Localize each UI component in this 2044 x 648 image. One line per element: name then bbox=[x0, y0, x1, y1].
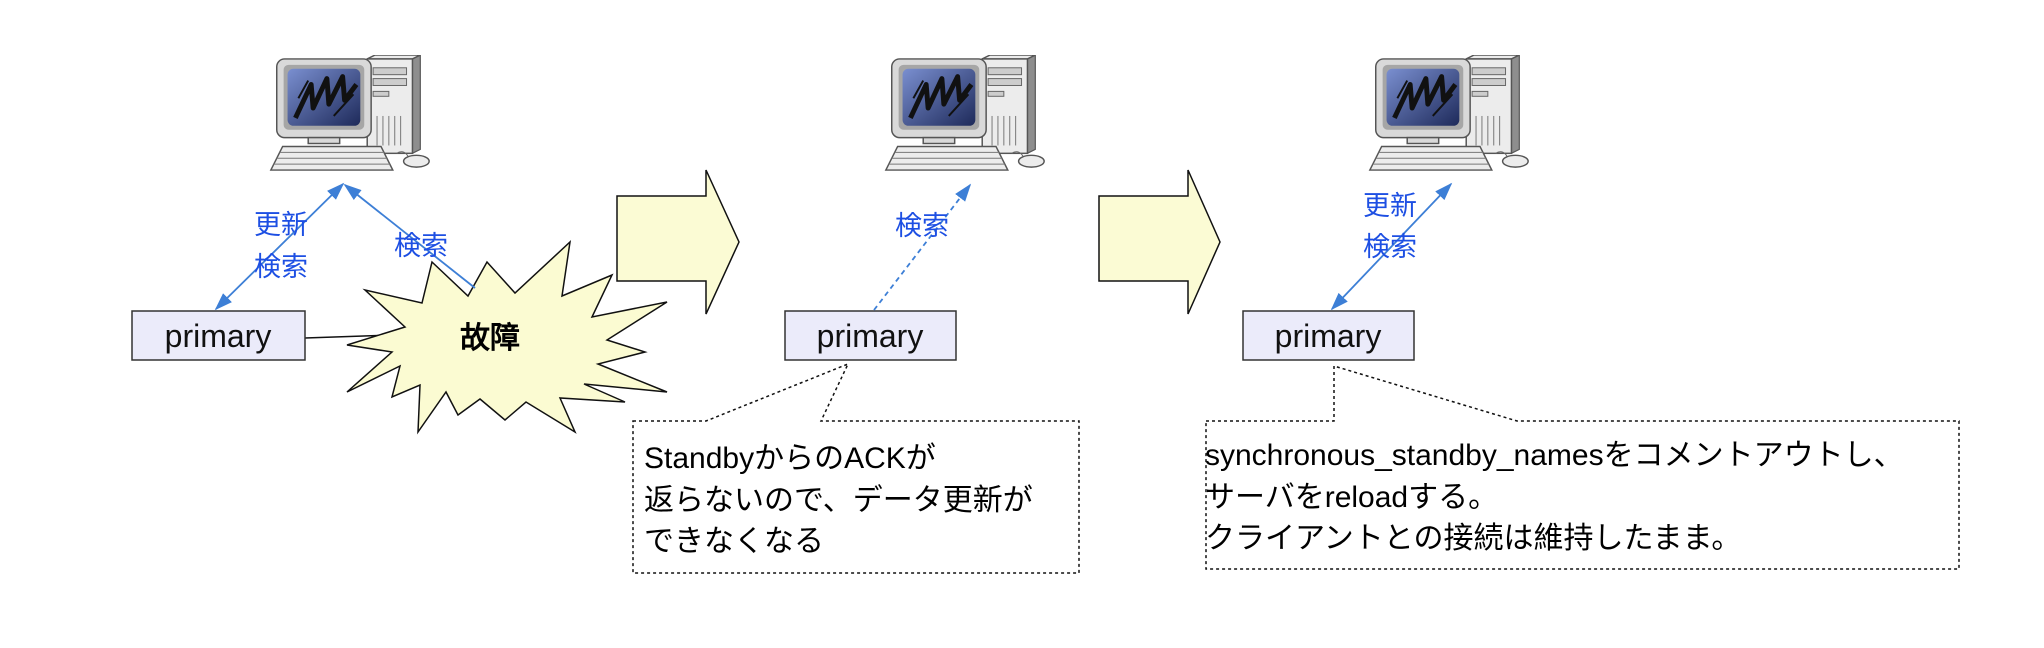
primary-server-label: primary bbox=[165, 318, 272, 354]
client-computer-icon bbox=[271, 55, 429, 170]
callout-line: synchronous_standby_namesをコメントアウトし、 bbox=[1205, 439, 1904, 472]
search-arrow bbox=[873, 183, 972, 311]
transition-arrow-2 bbox=[1098, 169, 1221, 315]
callout-line: クライアントとの接続は維持したまま。 bbox=[1205, 522, 1741, 555]
recovered-stage-panel: primary 更新 検索 synchronous_standby_namesを… bbox=[1205, 55, 1960, 570]
callout-line: StandbyからのACKが bbox=[644, 442, 936, 475]
callout-line: できなくなる bbox=[644, 525, 824, 558]
callout-line: 返らないので、データ更新が bbox=[644, 484, 1033, 517]
failure-stage-panel: primary 故障 更新 検索 検索 bbox=[131, 55, 668, 435]
arrow-label-search: 検索 bbox=[895, 211, 949, 242]
transition-arrow-1 bbox=[616, 169, 740, 315]
burst-arrow-label-search: 検索 bbox=[394, 231, 448, 262]
arrow-label-search: 検索 bbox=[254, 252, 308, 283]
blocked-stage-panel: primary 検索 StandbyからのACKが 返らないので、データ更新が … bbox=[632, 55, 1080, 574]
client-computer-icon bbox=[886, 55, 1044, 170]
primary-server-label: primary bbox=[817, 318, 924, 354]
primary-server-label: primary bbox=[1275, 318, 1382, 354]
update-search-arrow bbox=[214, 182, 345, 311]
arrow-label-update: 更新 bbox=[1363, 191, 1417, 222]
diagram-canvas: primary 故障 更新 検索 検索 primary 検索 Standbyから… bbox=[131, 0, 1960, 574]
client-computer-icon bbox=[1370, 55, 1528, 170]
arrow-label-update: 更新 bbox=[254, 210, 308, 241]
callout-line: サーバをreloadする。 bbox=[1205, 481, 1498, 514]
failure-burst-label: 故障 bbox=[460, 321, 520, 356]
arrow-label-search: 検索 bbox=[1363, 232, 1417, 263]
